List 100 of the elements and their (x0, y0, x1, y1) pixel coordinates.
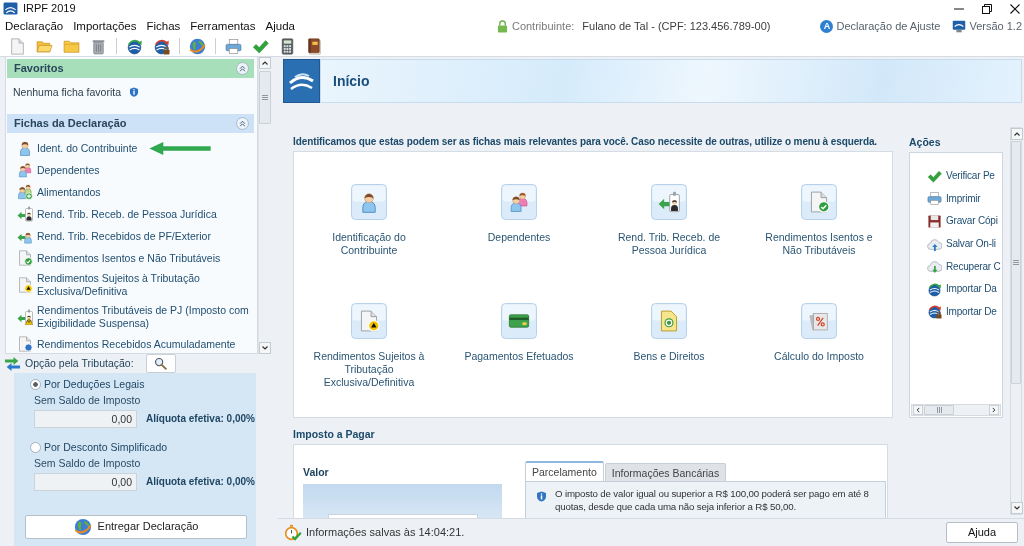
form-link[interactable]: Rendimentos Sujeitos à Tributação Exclusiva/Definitiva (6, 269, 257, 301)
action-link[interactable]: Gravar Cópi (910, 210, 1002, 233)
section-title: Fichas da Declaração (14, 116, 127, 131)
padlock-icon (496, 20, 508, 33)
form-link[interactable]: Rendimentos Isentos e Não Tributáveis (6, 247, 221, 269)
action-link[interactable]: Importar Da (910, 277, 1002, 301)
radio-button[interactable] (30, 379, 41, 390)
radio-button[interactable] (30, 442, 41, 453)
form-shortcut[interactable]: Bens e Direitos (605, 303, 733, 363)
submit-declaration-button[interactable]: Entregar Declaração (25, 515, 247, 539)
form-shortcut[interactable]: Rendimentos Sujeitos à Tributação Exclusiva/Definitiva (305, 303, 433, 389)
value-label: Valor (303, 466, 330, 478)
stopwatch-check-icon (284, 524, 302, 541)
menu-item[interactable]: Declaração (0, 17, 69, 36)
minimize-icon[interactable] (954, 7, 964, 10)
exchange-arrows-icon (4, 355, 21, 372)
actions-title: Ações (909, 136, 942, 148)
info-shield-icon (536, 490, 547, 503)
calculator-icon[interactable] (279, 37, 296, 55)
window-title: IRPF 2019 (23, 1, 76, 16)
option-label[interactable]: Por Desconto Simplificado (44, 441, 168, 454)
emblem-lock-icon (927, 304, 942, 320)
form-link[interactable]: Alimentandos (6, 181, 101, 203)
tab[interactable]: Parcelamento (525, 461, 604, 481)
two-people-icon (501, 184, 537, 220)
form-shortcut[interactable]: Identificação do Contribuinte (305, 184, 433, 257)
document-coin-icon (651, 303, 687, 339)
form-link[interactable]: Dependentes (6, 159, 100, 181)
document-warning-icon (17, 277, 33, 293)
search-button[interactable] (145, 354, 176, 373)
scroll-down-icon[interactable] (259, 342, 271, 354)
empty-favorites-text: Nenhuma ficha favorita (13, 86, 121, 99)
form-link[interactable]: Rend. Trib. Recebidos de PF/Exterior (6, 225, 211, 247)
arrow-badge-icon (17, 206, 33, 222)
sync-emblem-icon (927, 281, 942, 297)
taxpayer-name: Fulano de Tal - (CPF: 123.456.789-00) (582, 19, 771, 34)
section-header[interactable]: Fichas da Declaração (7, 114, 254, 133)
scroll-up-icon[interactable] (1011, 128, 1023, 140)
action-link[interactable]: Salvar On-li (910, 232, 1002, 256)
globe-icon[interactable] (189, 37, 206, 55)
action-link[interactable]: Imprimir (910, 187, 1002, 211)
option-label[interactable]: Por Deduções Legais (44, 378, 145, 391)
balance-status-text: Sem Saldo de Imposto (33, 394, 142, 407)
scroll-up-icon[interactable] (259, 57, 271, 69)
emblem-lock-icon[interactable] (153, 37, 170, 55)
scroll-down-icon[interactable] (1011, 502, 1023, 514)
document-check-icon (801, 184, 837, 220)
form-shortcut[interactable]: Rend. Trib. Receb. de Pessoa Jurídica (605, 184, 733, 257)
two-people-icon (17, 162, 33, 178)
form-link[interactable]: Ident. do Contribuinte (6, 137, 138, 159)
cloud-download-icon (927, 259, 942, 275)
sync-emblem-icon[interactable] (126, 37, 143, 55)
info-shield-icon (129, 86, 139, 98)
section-header[interactable]: Favoritos (7, 59, 254, 78)
form-link[interactable]: Rendimentos Tributáveis de PJ (Imposto com Exigibilidade Suspensa) (6, 301, 257, 333)
scroll-thumb[interactable] (924, 405, 954, 415)
trash-icon[interactable] (90, 37, 107, 55)
card-icon (501, 303, 537, 339)
action-link[interactable]: Importar De (910, 300, 1002, 324)
scroll-left-icon[interactable] (912, 405, 924, 415)
collapse-icon[interactable] (236, 62, 249, 75)
declaration-badge: A (820, 20, 834, 33)
globe-icon (73, 518, 92, 536)
help-button[interactable]: Ajuda (946, 522, 1018, 543)
effective-rate-text: Alíquota efetiva: 0,00% (146, 476, 255, 488)
tax-due-title: Imposto a Pagar (293, 428, 376, 440)
restore-icon[interactable] (982, 3, 992, 14)
percent-papers-icon (801, 303, 837, 339)
person-icon (17, 140, 33, 156)
page-title: Início (333, 72, 370, 90)
menu-item[interactable]: Fichas (141, 17, 186, 36)
form-link[interactable]: Rend. Trib. Receb. de Pessoa Jurídica (6, 203, 217, 225)
scroll-thumb[interactable] (1011, 141, 1021, 384)
form-shortcut[interactable]: Pagamentos Efetuados (455, 303, 583, 363)
installment-note: O imposto de valor igual ou superior a R$ 100,00 poderá ser pago em até 8 quotas, desde que cada uma não seja inferior a R$ 50,00. (555, 488, 870, 513)
menu-item[interactable]: Importações (68, 17, 142, 36)
scroll-right-icon[interactable] (988, 405, 1000, 415)
close-icon[interactable] (1010, 3, 1020, 14)
book-icon[interactable] (306, 37, 323, 55)
printer-icon (927, 191, 942, 207)
printer-icon[interactable] (225, 37, 242, 55)
form-shortcut[interactable]: Dependentes (455, 184, 583, 244)
arrow-badge-warning-icon (17, 309, 33, 325)
tab[interactable]: Informações Bancárias (604, 463, 727, 481)
form-shortcut[interactable]: Cálculo do Imposto (755, 303, 883, 363)
action-link[interactable]: Verificar Pe (910, 165, 1002, 188)
form-shortcut[interactable]: Rendimentos Isentos e Não Tributáveis (755, 184, 883, 257)
arrow-badge-icon (651, 184, 687, 220)
scroll-thumb[interactable] (259, 71, 271, 124)
section-title: Favoritos (14, 61, 64, 76)
monitor-emblem-icon (952, 20, 967, 33)
menu-item[interactable]: Ajuda (260, 17, 300, 36)
form-link[interactable]: Rendimentos Recebidos Acumuladamente (6, 333, 236, 353)
collapse-icon[interactable] (236, 117, 249, 130)
person-icon (351, 184, 387, 220)
balance-status-text: Sem Saldo de Imposto (33, 457, 142, 470)
checkmark-icon[interactable] (252, 37, 269, 55)
menu-item[interactable]: Ferramentas (185, 17, 261, 36)
taxpayer-label: Contribuinte: (511, 19, 575, 34)
action-link[interactable]: Recuperar C (910, 255, 1002, 278)
